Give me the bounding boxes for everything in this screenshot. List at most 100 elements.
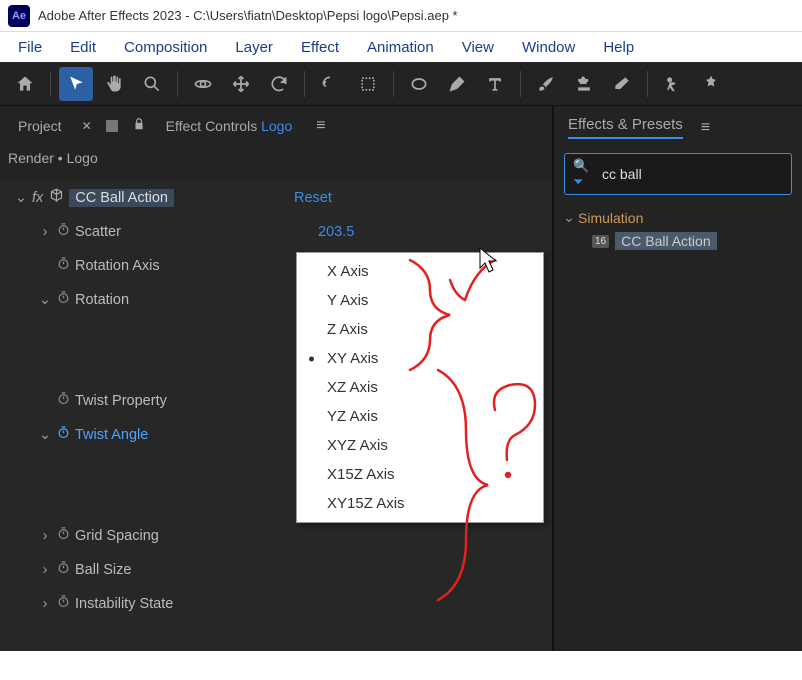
prop-scatter-value[interactable]: 203.5 [318, 224, 354, 240]
prop-scatter: › Scatter 203.5 [0, 218, 552, 245]
search-icon: 🔍⏷ [573, 158, 596, 190]
dropdown-item-yz-axis[interactable]: YZ Axis [297, 402, 543, 431]
menu-animation[interactable]: Animation [353, 35, 448, 60]
dropdown-item-xz-axis[interactable]: XZ Axis [297, 373, 543, 402]
stopwatch-icon[interactable] [56, 391, 71, 410]
stopwatch-icon[interactable] [56, 594, 71, 613]
menu-file[interactable]: File [4, 35, 56, 60]
effect-reset-link[interactable]: Reset [294, 190, 332, 206]
prop-instability-label: Instability State [75, 596, 173, 612]
effects-search-box[interactable]: 🔍⏷ [564, 153, 792, 195]
stopwatch-icon[interactable] [56, 560, 71, 579]
effects-tree: ⌄ Simulation 16 CC Ball Action [554, 199, 802, 258]
zoom-tool-icon[interactable] [135, 67, 169, 101]
tree-item-cc-ball-action[interactable]: 16 CC Ball Action [562, 230, 794, 252]
prop-grid-spacing-label: Grid Spacing [75, 528, 159, 544]
app-logo: Ae [8, 5, 30, 27]
tab-project-close-icon[interactable]: ✕ [82, 119, 92, 133]
panel-menu-icon[interactable]: ≡ [316, 117, 325, 135]
stopwatch-icon[interactable] [56, 425, 71, 444]
selection-tool-icon[interactable] [59, 67, 93, 101]
effect-controls-panel: Project ✕ Effect Controls Logo ≡ Render … [0, 106, 554, 651]
effects-search-input[interactable] [602, 166, 783, 182]
menu-effect[interactable]: Effect [287, 35, 353, 60]
prop-ball-size: › Ball Size [0, 556, 552, 583]
panel-menu-icon[interactable]: ≡ [701, 119, 710, 137]
rotation-axis-dropdown-menu: X Axis Y Axis Z Axis XY Axis XZ Axis YZ … [296, 252, 544, 523]
twirl-down-icon[interactable]: ⌄ [562, 209, 576, 226]
dropdown-item-xy15z-axis[interactable]: XY15Z Axis [297, 489, 543, 518]
eraser-tool-icon[interactable] [605, 67, 639, 101]
menu-window[interactable]: Window [508, 35, 589, 60]
twirl-right-icon[interactable]: › [38, 596, 52, 612]
breadcrumb: Render • Logo [0, 146, 552, 180]
prop-twist-property-label: Twist Property [75, 393, 167, 409]
shape-tool-icon[interactable] [402, 67, 436, 101]
hand-tool-icon[interactable] [97, 67, 131, 101]
prop-instability-state: › Instability State [0, 590, 552, 617]
dropdown-item-x-axis[interactable]: X Axis [297, 257, 543, 286]
stopwatch-icon[interactable] [56, 526, 71, 545]
stopwatch-icon[interactable] [56, 290, 71, 309]
pan-behind-tool-icon[interactable] [224, 67, 258, 101]
puppet-tool-icon[interactable] [694, 67, 728, 101]
menu-view[interactable]: View [448, 35, 508, 60]
prop-rotation-axis-label: Rotation Axis [75, 258, 160, 274]
twirl-right-icon[interactable]: › [38, 528, 52, 544]
home-icon[interactable] [8, 67, 42, 101]
menu-help[interactable]: Help [589, 35, 648, 60]
menu-composition[interactable]: Composition [110, 35, 221, 60]
mask-tool-icon[interactable] [351, 67, 385, 101]
toolbar [0, 62, 802, 106]
tab-project[interactable]: Project [10, 112, 70, 140]
anchor-tool-icon[interactable] [313, 67, 347, 101]
window-title: Adobe After Effects 2023 - C:\Users\fiat… [38, 8, 458, 23]
tab-effect-controls-layer[interactable]: Logo [261, 118, 292, 134]
dropdown-item-z-axis[interactable]: Z Axis [297, 315, 543, 344]
mouse-cursor-icon [478, 246, 502, 280]
stopwatch-icon[interactable] [56, 222, 71, 241]
lock-icon[interactable] [132, 117, 146, 136]
prop-scatter-label: Scatter [75, 224, 121, 240]
roto-tool-icon[interactable] [656, 67, 690, 101]
menu-bar: File Edit Composition Layer Effect Anima… [0, 32, 802, 62]
dropdown-item-xy-axis[interactable]: XY Axis [297, 344, 543, 373]
main-area: Project ✕ Effect Controls Logo ≡ Render … [0, 106, 802, 651]
orbit-tool-icon[interactable] [186, 67, 220, 101]
cube-icon [49, 188, 65, 207]
left-panel-tabs: Project ✕ Effect Controls Logo ≡ [0, 106, 552, 146]
twirl-right-icon[interactable]: › [38, 562, 52, 578]
effect-properties: ⌄ fx CC Ball Action Reset › Scatter [0, 180, 552, 651]
clone-stamp-tool-icon[interactable] [567, 67, 601, 101]
menu-layer[interactable]: Layer [221, 35, 287, 60]
twirl-right-icon[interactable]: › [38, 224, 52, 240]
category-label: Simulation [578, 210, 643, 226]
effect-result-label: CC Ball Action [615, 232, 716, 250]
menu-edit[interactable]: Edit [56, 35, 110, 60]
dropdown-item-xyz-axis[interactable]: XYZ Axis [297, 431, 543, 460]
type-tool-icon[interactable] [478, 67, 512, 101]
prop-ball-size-label: Ball Size [75, 562, 131, 578]
title-bar: Ae Adobe After Effects 2023 - C:\Users\f… [0, 0, 802, 32]
selected-dot-icon [309, 356, 314, 361]
pen-tool-icon[interactable] [440, 67, 474, 101]
effect-row[interactable]: ⌄ fx CC Ball Action Reset [0, 184, 552, 211]
dropdown-item-y-axis[interactable]: Y Axis [297, 286, 543, 315]
tab-separator-icon [106, 120, 118, 132]
dropdown-item-x15z-axis[interactable]: X15Z Axis [297, 460, 543, 489]
brush-tool-icon[interactable] [529, 67, 563, 101]
tree-category-simulation[interactable]: ⌄ Simulation [562, 205, 794, 230]
prop-twist-angle-label: Twist Angle [75, 427, 148, 443]
effect-name[interactable]: CC Ball Action [69, 189, 174, 207]
twirl-down-icon[interactable]: ⌄ [38, 292, 52, 308]
tab-effect-controls[interactable]: Effect Controls Logo [158, 112, 301, 140]
fx-badge-icon: fx [32, 190, 43, 206]
prop-grid-spacing: › Grid Spacing [0, 522, 552, 549]
twirl-down-icon[interactable]: ⌄ [14, 190, 28, 206]
twirl-down-icon[interactable]: ⌄ [38, 427, 52, 443]
bitdepth-badge: 16 [592, 235, 609, 248]
stopwatch-icon[interactable] [56, 256, 71, 275]
rotate-tool-icon[interactable] [262, 67, 296, 101]
effects-presets-panel: Effects & Presets ≡ 🔍⏷ ⌄ Simulation 16 C… [554, 106, 802, 651]
effects-presets-title[interactable]: Effects & Presets [568, 116, 683, 139]
